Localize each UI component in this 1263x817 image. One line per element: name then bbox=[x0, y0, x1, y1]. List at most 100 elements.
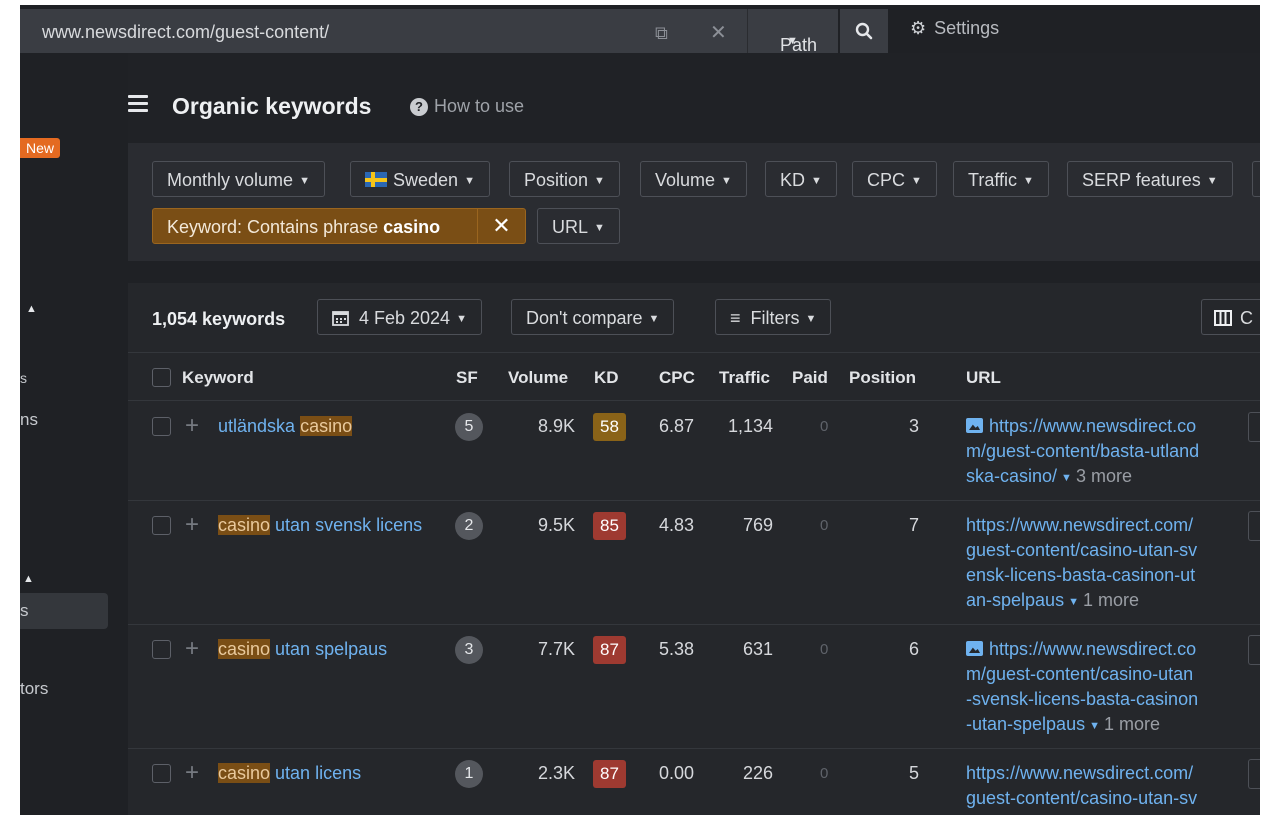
more-urls-link[interactable]: 1 more bbox=[1104, 714, 1160, 734]
url-link[interactable]: https://www.newsdirect.com/guest-content… bbox=[966, 513, 1231, 615]
serp-features-count[interactable]: 5 bbox=[455, 413, 483, 441]
position-value: 6 bbox=[908, 639, 919, 659]
compare-dropdown[interactable]: Don't compare ▼ bbox=[511, 299, 675, 335]
traffic-value[interactable]: 631 bbox=[743, 639, 773, 660]
kd-badge: 87 bbox=[593, 760, 626, 788]
filters-button[interactable]: ≡ Filters ▼ bbox=[715, 299, 832, 335]
search-button[interactable] bbox=[840, 9, 888, 53]
position-filter[interactable]: Position ▼ bbox=[509, 161, 620, 197]
keyword-link[interactable]: casino utan licens bbox=[218, 761, 428, 786]
how-to-use-link[interactable]: ? How to use bbox=[410, 96, 524, 117]
caret-up-icon[interactable]: ▲ bbox=[23, 573, 34, 585]
chevron-down-icon: ▼ bbox=[1023, 175, 1034, 187]
url-link[interactable]: https://www.newsdirect.com/guest-content… bbox=[966, 414, 1231, 491]
cpc-value: 5.38 bbox=[659, 639, 695, 659]
keyword-text: utländska bbox=[218, 416, 301, 436]
sidebar: New ▲ s ns ▲ s tors bbox=[20, 53, 128, 815]
keyword-link[interactable]: casino utan spelpaus bbox=[218, 637, 428, 662]
url-line: -svensk-licens-basta-casinon bbox=[966, 687, 1231, 712]
url-link[interactable]: https://www.newsdirect.com/guest-content… bbox=[966, 761, 1231, 811]
row-checkbox[interactable] bbox=[152, 417, 171, 436]
traffic-value[interactable]: 1,134 bbox=[728, 416, 773, 437]
add-icon[interactable]: + bbox=[185, 759, 199, 787]
url-text: https://www.newsdirect.com/ bbox=[966, 763, 1194, 783]
serp-features-filter[interactable]: SERP features ▼ bbox=[1067, 161, 1233, 197]
open-external-icon[interactable]: ⧉ bbox=[655, 23, 668, 44]
column-header-volume[interactable]: Volume bbox=[508, 368, 568, 388]
table-header: Keyword SF Volume KD CPC Traffic Paid Po… bbox=[128, 353, 1260, 401]
url-line: ska-casino/▼ 3 more bbox=[966, 464, 1231, 491]
sidebar-item-active[interactable]: s bbox=[20, 593, 108, 629]
row-checkbox[interactable] bbox=[152, 516, 171, 535]
chevron-down-icon: ▼ bbox=[911, 175, 922, 187]
select-all-checkbox[interactable] bbox=[152, 368, 171, 387]
chevron-down-icon: ▼ bbox=[299, 175, 310, 187]
column-header-kd[interactable]: KD bbox=[594, 368, 619, 388]
row-action-button[interactable] bbox=[1248, 511, 1260, 541]
hamburger-menu-icon[interactable] bbox=[128, 95, 148, 116]
settings-button[interactable]: ⚙ Settings bbox=[910, 18, 999, 39]
kd-filter[interactable]: KD ▼ bbox=[765, 161, 837, 197]
column-header-position[interactable]: Position bbox=[849, 368, 916, 388]
volume-filter[interactable]: Volume ▼ bbox=[640, 161, 747, 197]
chevron-down-icon: ▼ bbox=[594, 175, 605, 187]
volume-value: 8.9K bbox=[537, 416, 575, 436]
add-icon[interactable]: + bbox=[185, 635, 199, 663]
columns-button[interactable]: C bbox=[1201, 299, 1260, 335]
add-icon[interactable]: + bbox=[185, 412, 199, 440]
row-checkbox[interactable] bbox=[152, 764, 171, 783]
kd-badge: 58 bbox=[593, 413, 626, 441]
chevron-down-icon[interactable]: ▼ bbox=[1089, 720, 1100, 732]
serp-features-count[interactable]: 3 bbox=[455, 636, 483, 664]
traffic-value[interactable]: 226 bbox=[743, 763, 773, 784]
kd-badge: 85 bbox=[593, 512, 626, 540]
column-header-paid[interactable]: Paid bbox=[792, 368, 828, 388]
url-text: m/guest-content/casino-utan bbox=[966, 664, 1194, 684]
url-filter[interactable]: URL ▼ bbox=[537, 208, 620, 244]
keyword-link[interactable]: casino utan svensk licens bbox=[218, 513, 428, 538]
column-header-cpc[interactable]: CPC bbox=[659, 368, 695, 388]
column-header-url[interactable]: URL bbox=[966, 368, 1001, 388]
more-filters-button[interactable] bbox=[1252, 161, 1260, 197]
clear-icon[interactable]: ✕ bbox=[710, 20, 727, 45]
url-input[interactable]: www.newsdirect.com/guest-content/ ⧉ ✕ bbox=[20, 9, 747, 53]
more-urls-link[interactable]: 3 more bbox=[1076, 466, 1132, 486]
keyword-filter-chip[interactable]: Keyword: Contains phrase casino ✕ bbox=[152, 208, 526, 244]
search-icon bbox=[855, 22, 873, 40]
chevron-down-icon: ▼ bbox=[594, 222, 605, 234]
calendar-icon bbox=[332, 311, 349, 326]
row-checkbox[interactable] bbox=[152, 640, 171, 659]
url-link[interactable]: https://www.newsdirect.com/guest-content… bbox=[966, 637, 1231, 739]
monthly-volume-dropdown[interactable]: Monthly volume ▼ bbox=[152, 161, 325, 197]
url-line: https://www.newsdirect.co bbox=[966, 637, 1231, 662]
serp-features-count[interactable]: 2 bbox=[455, 512, 483, 540]
add-icon[interactable]: + bbox=[185, 511, 199, 539]
compare-label: Don't compare bbox=[526, 308, 643, 328]
country-dropdown[interactable]: Sweden ▼ bbox=[350, 161, 490, 197]
caret-up-icon[interactable]: ▲ bbox=[26, 303, 37, 315]
column-header-sf[interactable]: SF bbox=[456, 368, 478, 388]
keyword-link[interactable]: utländska casino bbox=[218, 414, 428, 439]
path-dropdown[interactable]: Path ▼ bbox=[747, 9, 838, 55]
row-action-button[interactable] bbox=[1248, 412, 1260, 442]
remove-filter-icon[interactable]: ✕ bbox=[477, 209, 525, 243]
page-header: Organic keywords ? How to use bbox=[128, 53, 1260, 143]
row-action-button[interactable] bbox=[1248, 759, 1260, 789]
column-header-keyword[interactable]: Keyword bbox=[182, 368, 254, 388]
sidebar-item-fragment[interactable]: tors bbox=[20, 679, 48, 699]
chevron-down-icon[interactable]: ▼ bbox=[1068, 596, 1079, 608]
sidebar-item-fragment[interactable]: ns bbox=[20, 410, 38, 430]
traffic-value[interactable]: 769 bbox=[743, 515, 773, 536]
more-urls-link[interactable]: 1 more bbox=[1083, 590, 1139, 610]
cpc-value: 4.83 bbox=[659, 515, 695, 535]
filter-label: SERP features bbox=[1082, 170, 1201, 190]
cpc-filter[interactable]: CPC ▼ bbox=[852, 161, 937, 197]
filter-label: Position bbox=[524, 170, 589, 190]
chevron-down-icon[interactable]: ▼ bbox=[1061, 472, 1072, 484]
serp-features-count[interactable]: 1 bbox=[455, 760, 483, 788]
date-picker[interactable]: 4 Feb 2024 ▼ bbox=[317, 299, 482, 335]
column-header-traffic[interactable]: Traffic bbox=[719, 368, 770, 388]
traffic-filter[interactable]: Traffic ▼ bbox=[953, 161, 1049, 197]
sidebar-item-fragment[interactable]: s bbox=[20, 370, 27, 386]
row-action-button[interactable] bbox=[1248, 635, 1260, 665]
